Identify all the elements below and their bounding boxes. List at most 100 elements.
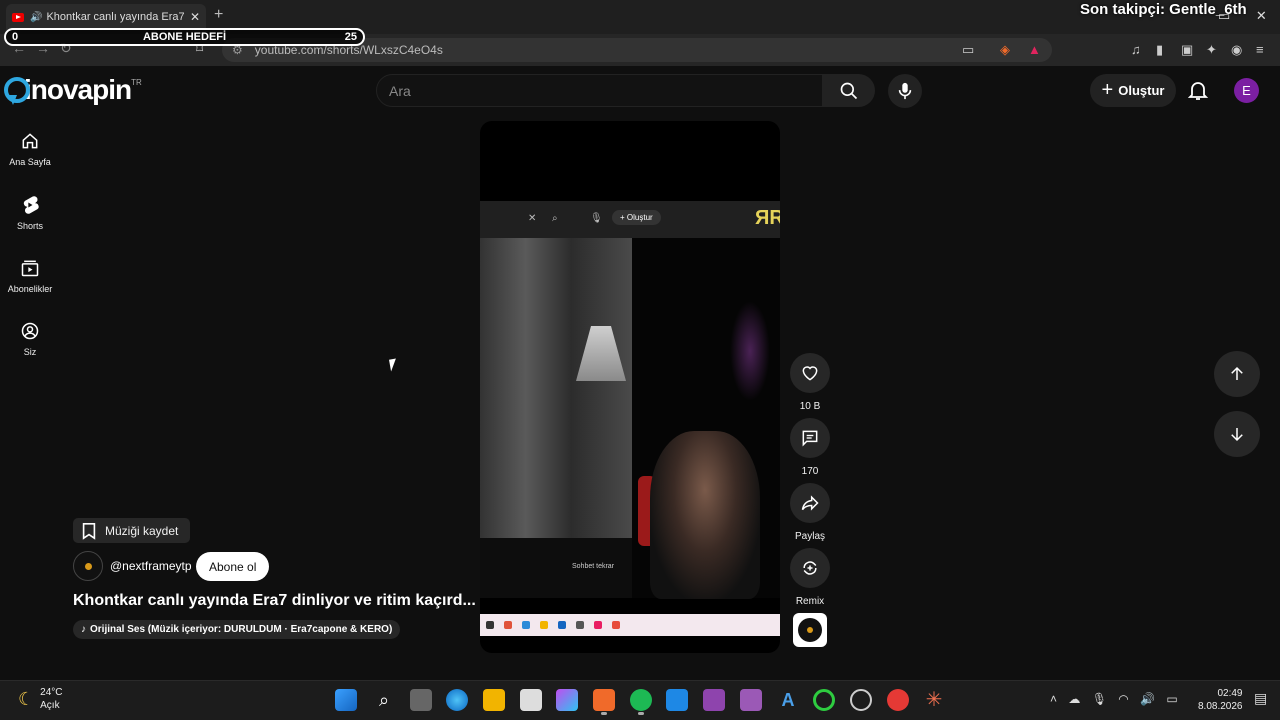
video-brand-logo: ЯR bbox=[755, 207, 780, 229]
channel-avatar[interactable] bbox=[73, 551, 103, 581]
video-search-icon: ⌕ bbox=[552, 213, 558, 224]
sidebar-item-home[interactable]: Ana Sayfa bbox=[0, 131, 60, 167]
vpn-icon[interactable]: ◉ bbox=[1231, 42, 1242, 58]
visual-studio-icon[interactable] bbox=[703, 689, 725, 711]
sidebar-label-subscriptions: Abonelikler bbox=[7, 284, 53, 294]
subscriptions-icon bbox=[21, 260, 39, 277]
moon-icon: ☾ bbox=[18, 688, 35, 709]
audio-label: Orijinal Ses (Müzik içeriyor: DURULDUM ·… bbox=[90, 624, 393, 635]
you-icon bbox=[21, 322, 39, 340]
sidebar-label-home: Ana Sayfa bbox=[9, 157, 51, 167]
app-red-icon[interactable] bbox=[887, 689, 909, 711]
leo-ai-icon[interactable]: ✦ bbox=[1206, 42, 1217, 58]
file-explorer-icon[interactable] bbox=[483, 689, 505, 711]
new-tab-button[interactable]: + bbox=[214, 6, 223, 24]
claude-icon[interactable]: ✳ bbox=[923, 689, 945, 711]
sidebar-label-shorts: Shorts bbox=[16, 221, 43, 231]
comment-count: 170 bbox=[801, 466, 819, 477]
channel-name: @nextframeytp bbox=[110, 559, 192, 573]
menu-icon[interactable]: ≡ bbox=[1256, 42, 1264, 57]
video-streamer bbox=[650, 431, 760, 599]
video-glow bbox=[730, 301, 770, 401]
notifications-button[interactable] bbox=[1186, 78, 1210, 107]
arrow-up-icon bbox=[1231, 366, 1243, 380]
edge-icon[interactable] bbox=[446, 689, 468, 711]
notification-center-icon[interactable]: ▤ bbox=[1254, 690, 1267, 707]
running-indicator bbox=[638, 712, 644, 715]
pin-logo-icon bbox=[2, 75, 30, 105]
running-indicator bbox=[601, 712, 607, 715]
weather-condition: Açık bbox=[40, 700, 60, 711]
speaker-icon[interactable]: 🔊 bbox=[30, 12, 42, 23]
voice-search-button[interactable] bbox=[888, 74, 922, 108]
start-icon[interactable] bbox=[335, 689, 357, 711]
next-short-button[interactable] bbox=[1214, 411, 1260, 457]
comment-icon bbox=[802, 430, 818, 447]
brave-icon[interactable] bbox=[593, 689, 615, 711]
video-title[interactable]: Khontkar canlı yayında Era7 dinliyor ve … bbox=[73, 592, 476, 610]
sidebar-item-you[interactable]: Siz bbox=[0, 321, 60, 357]
rewards-icon[interactable]: ▲ bbox=[1028, 42, 1041, 57]
wallet-icon[interactable]: ▣ bbox=[1181, 42, 1193, 58]
previous-short-button[interactable] bbox=[1214, 351, 1260, 397]
video-taskbar bbox=[480, 614, 780, 636]
channel-link[interactable]: @nextframeytp bbox=[73, 551, 192, 581]
sidebar-label-you: Siz bbox=[23, 347, 37, 357]
task-view-icon[interactable] bbox=[410, 689, 432, 711]
close-tab-icon[interactable]: ✕ bbox=[190, 10, 200, 24]
microphone-icon bbox=[898, 82, 912, 100]
audio-chip[interactable]: ♪ Orijinal Ses (Müzik içeriyor: DURULDUM… bbox=[73, 620, 401, 639]
short-video-player[interactable]: ✕ ⌕ 🎙 + Oluştur ЯR Sohbet tekrar bbox=[480, 121, 780, 653]
sidebar-item-subscriptions[interactable]: Abonelikler bbox=[0, 258, 60, 294]
search-button[interactable] bbox=[823, 74, 875, 107]
sound-disc-button[interactable] bbox=[793, 613, 827, 647]
close-window-icon[interactable]: ✕ bbox=[1256, 8, 1267, 23]
battery-icon[interactable]: ▭ bbox=[1166, 692, 1177, 706]
vscode-icon[interactable] bbox=[666, 689, 688, 711]
visual-studio-2-icon[interactable] bbox=[740, 689, 762, 711]
app-ring-icon[interactable] bbox=[813, 689, 835, 711]
tray-chevron-icon[interactable]: ˄ bbox=[1050, 692, 1057, 706]
shorts-icon bbox=[23, 196, 39, 214]
store-icon[interactable] bbox=[520, 689, 542, 711]
tray-mic-icon[interactable]: 🎙 bbox=[1092, 692, 1107, 706]
sidebar-toggle-icon[interactable]: ▮ bbox=[1156, 42, 1163, 58]
video-close-icon: ✕ bbox=[528, 213, 537, 224]
video-create-chip: + Oluştur bbox=[612, 210, 661, 225]
comment-action[interactable]: 170 bbox=[790, 418, 830, 477]
home-icon bbox=[22, 133, 38, 149]
system-clock[interactable]: 02:49 8.08.2026 bbox=[1198, 687, 1243, 713]
create-button[interactable]: + Oluştur bbox=[1090, 74, 1176, 107]
account-avatar[interactable]: E bbox=[1234, 78, 1259, 103]
media-icon[interactable]: ♫ bbox=[1131, 42, 1141, 57]
mouse-cursor bbox=[389, 358, 398, 372]
share-action[interactable]: Paylaş bbox=[790, 483, 830, 542]
system-tray: ˄ ☁ 🎙 ◠ 🔊 ▭ bbox=[1050, 692, 1186, 706]
wifi-icon[interactable]: ◠ bbox=[1118, 692, 1128, 706]
search-taskbar-icon[interactable]: ⌕ bbox=[373, 689, 395, 711]
m365-icon[interactable] bbox=[556, 689, 578, 711]
site-logo[interactable]: inovapin TR bbox=[2, 74, 152, 106]
browser-tab[interactable]: 🔊 Khontkar canlı yayında Era7 d ✕ bbox=[6, 4, 206, 30]
app-a-icon[interactable]: A bbox=[777, 689, 799, 711]
save-music-label: Müziği kaydet bbox=[105, 523, 179, 538]
search-input[interactable]: Ara bbox=[376, 74, 823, 107]
subscribe-button[interactable]: Abone ol bbox=[196, 552, 270, 581]
spotify-icon[interactable] bbox=[630, 689, 652, 711]
weather-widget[interactable]: ☾ 24°C Açık bbox=[18, 686, 62, 712]
brave-shield-icon[interactable]: ◈ bbox=[1000, 42, 1010, 58]
music-disc-icon bbox=[798, 618, 822, 642]
volume-icon[interactable]: 🔊 bbox=[1140, 692, 1155, 706]
cast-icon[interactable]: ▭ bbox=[962, 42, 974, 58]
bell-icon bbox=[1187, 82, 1209, 100]
remix-action[interactable]: Remix bbox=[790, 548, 830, 607]
save-music-button[interactable]: Müziği kaydet bbox=[73, 518, 191, 543]
arrow-down-icon bbox=[1231, 428, 1243, 442]
search-icon bbox=[840, 82, 858, 99]
onedrive-icon[interactable]: ☁ bbox=[1068, 692, 1080, 706]
like-action[interactable]: 10 B bbox=[790, 353, 830, 412]
latest-follower-overlay: Son takipçi: Gentle_6th bbox=[1080, 1, 1247, 18]
sidebar-item-shorts[interactable]: Shorts bbox=[0, 195, 60, 231]
weather-temp: 24°C bbox=[40, 687, 63, 698]
chatgpt-icon[interactable] bbox=[850, 689, 872, 711]
